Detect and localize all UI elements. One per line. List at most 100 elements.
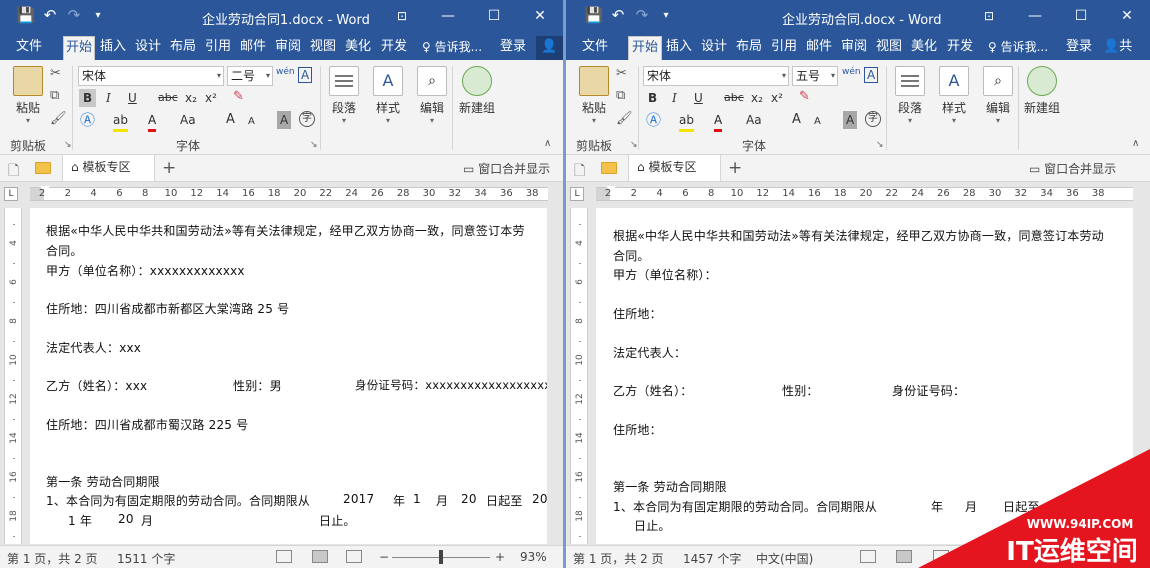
zoom-in-button[interactable]: +: [495, 550, 505, 564]
read-mode-icon[interactable]: [276, 550, 292, 563]
document-page[interactable]: 根据«中华人民中华共和国劳动法»等有关法律规定，经甲乙双方协商一致，同意签订本劳…: [30, 208, 547, 544]
new-group-button[interactable]: 新建组: [455, 64, 499, 116]
web-layout-icon[interactable]: [346, 550, 362, 563]
bold-button[interactable]: B: [648, 89, 657, 107]
underline-button[interactable]: U: [694, 89, 703, 107]
close-icon[interactable]: ✕: [1104, 0, 1150, 33]
char-shading-button[interactable]: A: [843, 111, 858, 129]
zoom-level[interactable]: 93%: [520, 550, 547, 564]
change-case-button[interactable]: Aa: [746, 111, 762, 129]
minimize-icon[interactable]: —: [425, 0, 471, 33]
open-folder-icon[interactable]: [601, 162, 617, 174]
text-effects-icon[interactable]: Ⓐ: [80, 111, 95, 129]
paragraph-button[interactable]: 段落 ▾: [322, 64, 366, 125]
undo-icon[interactable]: ↶: [606, 6, 630, 24]
font-launcher-icon[interactable]: ↘: [876, 140, 884, 150]
add-tab-icon[interactable]: +: [162, 158, 176, 178]
new-group-button[interactable]: 新建组: [1020, 64, 1064, 116]
paste-button[interactable]: 粘贴 ▾: [6, 64, 50, 125]
new-doc-icon[interactable]: 🗋: [574, 160, 585, 184]
tab-selector-icon[interactable]: L: [4, 187, 18, 201]
cut-icon[interactable]: ✂: [616, 66, 627, 81]
char-border-button[interactable]: A: [298, 67, 313, 83]
font-name-combo[interactable]: 宋体 ▾: [78, 66, 224, 86]
status-word-count[interactable]: 1457 个字: [683, 550, 741, 567]
tab-design[interactable]: 设计: [132, 36, 164, 60]
share-button[interactable]: 👤共: [1103, 36, 1132, 60]
styles-button[interactable]: A 样式 ▾: [932, 64, 976, 125]
bold-button[interactable]: B: [79, 89, 97, 107]
copy-icon[interactable]: ⧉: [616, 88, 625, 103]
format-painter-icon[interactable]: 🖌: [616, 111, 633, 126]
login-link[interactable]: 登录: [1066, 36, 1092, 60]
minimize-icon[interactable]: —: [1012, 0, 1058, 33]
web-layout-icon[interactable]: [933, 550, 949, 563]
underline-button[interactable]: U: [128, 89, 137, 107]
close-icon[interactable]: ✕: [517, 0, 563, 33]
phonetic-guide-button[interactable]: wén: [842, 63, 861, 81]
grow-font-button[interactable]: A: [226, 111, 235, 129]
status-language[interactable]: 中文(中国): [756, 550, 813, 567]
tab-review[interactable]: 审阅: [272, 36, 304, 60]
login-link[interactable]: 登录: [500, 36, 526, 60]
shrink-font-button[interactable]: A: [248, 113, 255, 131]
open-folder-icon[interactable]: [35, 162, 51, 174]
undo-icon[interactable]: ↶: [38, 6, 62, 24]
editing-button[interactable]: ⌕ 编辑 ▾: [410, 64, 454, 125]
merge-windows-button[interactable]: ▭ 窗口合并显示: [463, 160, 550, 177]
new-doc-icon[interactable]: 🗋: [8, 160, 19, 184]
tab-file[interactable]: 文件: [576, 36, 614, 60]
status-word-count[interactable]: 1511 个字: [117, 550, 175, 567]
font-launcher-icon[interactable]: ↘: [310, 140, 318, 150]
collapse-ribbon-icon[interactable]: ∧: [1132, 138, 1139, 149]
phonetic-guide-button[interactable]: wén: [276, 63, 295, 81]
redo-icon[interactable]: ↷: [630, 6, 654, 24]
highlight-icon[interactable]: ab: [679, 111, 694, 132]
zoom-slider-thumb[interactable]: [439, 550, 443, 564]
status-page-count[interactable]: 第 1 页，共 2 页: [573, 550, 664, 567]
print-layout-icon[interactable]: [312, 550, 328, 563]
font-color-icon[interactable]: A: [714, 111, 723, 132]
horizontal-ruler[interactable]: L 2 2 4 6 8 10 12 14 16 18 20 22 24 26 28 30 32 34 36 38: [0, 182, 563, 206]
tab-mailings[interactable]: 邮件: [237, 36, 269, 60]
tab-layout[interactable]: 布局: [733, 36, 765, 60]
clear-format-icon[interactable]: ✎: [233, 89, 244, 104]
copy-icon[interactable]: ⧉: [50, 88, 59, 103]
tab-view[interactable]: 视图: [307, 36, 339, 60]
styles-button[interactable]: A 样式 ▾: [366, 64, 410, 125]
tab-review[interactable]: 审阅: [838, 36, 870, 60]
tab-beautify[interactable]: 美化: [908, 36, 940, 60]
italic-button[interactable]: I: [106, 89, 111, 107]
enclose-char-button[interactable]: 字: [865, 111, 881, 127]
read-mode-icon[interactable]: [860, 550, 876, 563]
print-layout-icon[interactable]: [896, 550, 912, 563]
enclose-char-button[interactable]: 字: [299, 111, 315, 127]
ribbon-display-icon[interactable]: ⊡: [379, 0, 425, 33]
tab-references[interactable]: 引用: [202, 36, 234, 60]
shrink-font-button[interactable]: A: [814, 113, 821, 131]
font-size-combo[interactable]: 五号 ▾: [792, 66, 838, 86]
highlight-icon[interactable]: ab: [113, 111, 128, 132]
customize-qat-icon[interactable]: ▾: [86, 10, 110, 21]
tell-me-box[interactable]: ♀ 告诉我...: [988, 36, 1048, 60]
paragraph-button[interactable]: 段落 ▾: [888, 64, 932, 125]
font-size-combo[interactable]: 二号 ▾: [227, 66, 273, 86]
tab-template-zone[interactable]: ⌂ 模板专区: [628, 155, 721, 181]
save-icon[interactable]: 💾: [14, 6, 38, 24]
change-case-button[interactable]: Aa: [180, 111, 196, 129]
tab-template-zone[interactable]: ⌂ 模板专区: [62, 155, 155, 181]
tab-insert[interactable]: 插入: [97, 36, 129, 60]
customize-qat-icon[interactable]: ▾: [654, 10, 678, 21]
font-color-icon[interactable]: A: [148, 111, 157, 132]
format-painter-icon[interactable]: 🖌: [50, 111, 67, 126]
tab-design[interactable]: 设计: [698, 36, 730, 60]
tab-view[interactable]: 视图: [873, 36, 905, 60]
cut-icon[interactable]: ✂: [50, 66, 61, 81]
superscript-button[interactable]: x²: [205, 89, 217, 107]
merge-windows-button[interactable]: ▭ 窗口合并显示: [1029, 160, 1116, 177]
font-name-combo[interactable]: 宋体 ▾: [643, 66, 789, 86]
save-icon[interactable]: 💾: [582, 6, 606, 24]
tab-developer[interactable]: 开发: [943, 36, 977, 60]
horizontal-ruler[interactable]: L 2 2 4 6 8 10 12 14 16 18 20 22 24 26 28 30 32 34 36 38: [566, 182, 1150, 206]
collapse-ribbon-icon[interactable]: ∧: [544, 138, 551, 149]
